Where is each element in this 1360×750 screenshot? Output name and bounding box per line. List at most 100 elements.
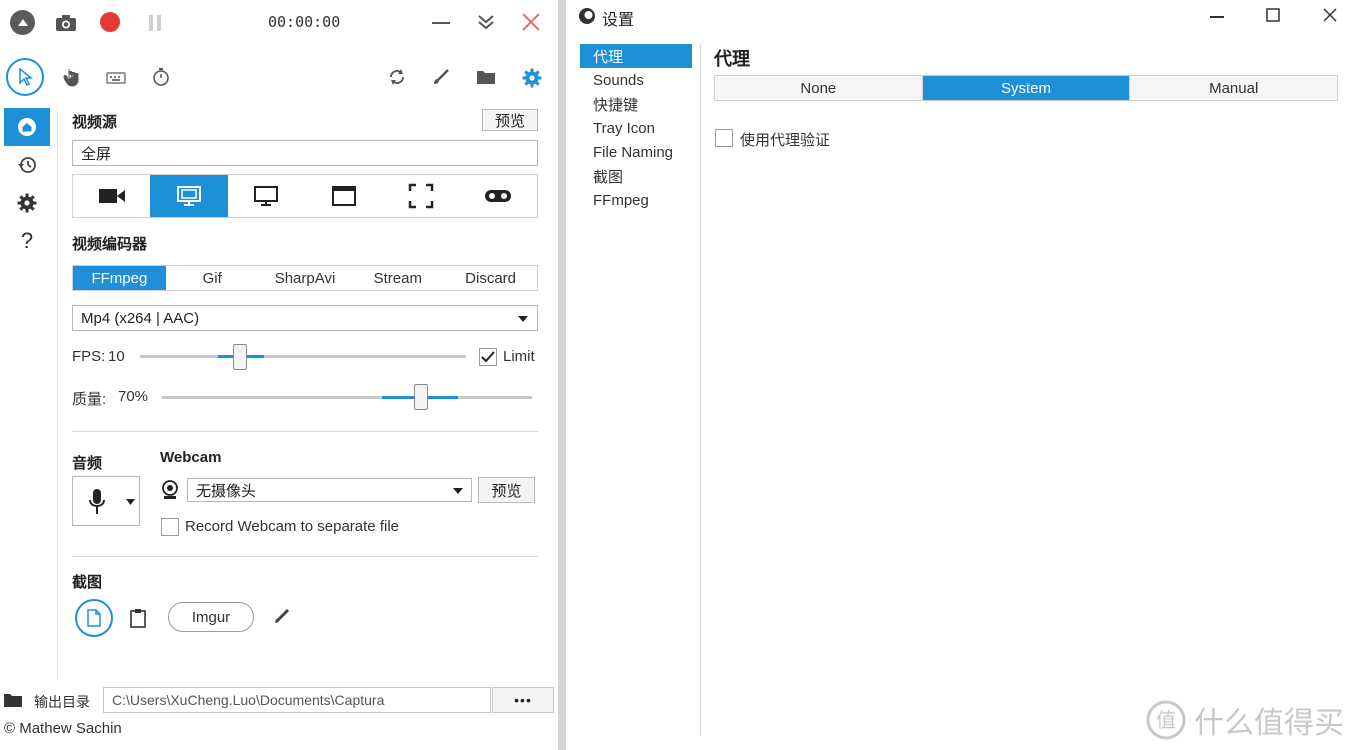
- main-sidebar: ?: [4, 108, 50, 260]
- menu-item-sounds[interactable]: Sounds: [580, 68, 692, 92]
- settings-divider: [700, 44, 701, 736]
- gamepad-icon: [485, 190, 512, 202]
- minimize-icon[interactable]: [1206, 8, 1228, 26]
- output-folder-bar: 输出目录 C:\Users\XuCheng.Luo\Documents\Capt…: [0, 686, 558, 716]
- quality-slider-track[interactable]: [162, 396, 532, 399]
- video-source-field[interactable]: 全屏: [72, 140, 538, 166]
- folder-icon[interactable]: [474, 66, 498, 88]
- imgur-label: Imgur: [191, 608, 231, 626]
- source-screen-option[interactable]: [150, 175, 228, 217]
- page-title: 代理: [714, 49, 750, 69]
- keyboard-icon[interactable]: [104, 68, 128, 88]
- camera-icon[interactable]: [53, 10, 79, 35]
- timer-icon[interactable]: [150, 66, 172, 88]
- save-to-file-button[interactable]: [75, 599, 113, 637]
- watermark-text: 什么值得买: [1194, 707, 1344, 740]
- record-icon[interactable]: [100, 12, 120, 32]
- history-nav-item[interactable]: [4, 146, 50, 184]
- format-dropdown[interactable]: Mp4 (x264 | AAC): [72, 305, 538, 331]
- quality-label: 质量:: [72, 391, 107, 408]
- encoder-tabs: FFmpeg Gif SharpAvi Stream Discard: [72, 265, 538, 291]
- window-gap: [558, 0, 566, 750]
- chevron-down-double-icon[interactable]: [475, 10, 497, 34]
- output-path-field[interactable]: C:\Users\XuCheng.Luo\Documents\Captura: [103, 687, 491, 713]
- check-icon: [481, 351, 495, 363]
- gear-icon[interactable]: [520, 66, 544, 90]
- window-icon: [331, 186, 356, 206]
- limit-label: Limit: [503, 348, 535, 365]
- refresh-icon[interactable]: [386, 66, 408, 88]
- captura-main-window: 00:00:00 ? 视频源 预览 全屏 视频编码器 FFmpeg Gif Sh…: [0, 0, 558, 750]
- quality-value: 70%: [118, 388, 149, 405]
- webcam-separate-label: Record Webcam to separate file: [185, 518, 399, 535]
- video-camera-icon: [98, 189, 125, 203]
- quality-slider-thumb[interactable]: [414, 384, 428, 410]
- menu-item-file-naming[interactable]: File Naming: [580, 140, 692, 164]
- webcam-dropdown[interactable]: 无摄像头: [187, 478, 472, 502]
- brush-icon[interactable]: [430, 66, 452, 88]
- home-nav-item[interactable]: [4, 108, 50, 146]
- encoder-tab-gif[interactable]: Gif: [166, 266, 259, 290]
- menu-item-hotkeys[interactable]: 快捷键: [580, 92, 692, 116]
- menu-item-screenshot[interactable]: 截图: [580, 164, 692, 188]
- video-source-label: 视频源: [72, 114, 118, 131]
- proxy-tab-none[interactable]: None: [715, 76, 923, 100]
- settings-menu: 代理 Sounds 快捷键 Tray Icon File Naming 截图 F…: [580, 44, 692, 212]
- section-divider: [72, 556, 538, 557]
- source-preview-button[interactable]: 预览: [482, 109, 538, 131]
- cursor-icon[interactable]: [6, 58, 44, 96]
- limit-checkbox[interactable]: [479, 348, 497, 366]
- menu-item-tray-icon[interactable]: Tray Icon: [580, 116, 692, 140]
- webcam-label: Webcam: [160, 449, 222, 466]
- source-monitor-option[interactable]: [228, 175, 305, 217]
- chevron-down-icon: [518, 316, 528, 322]
- webcam-separate-checkbox[interactable]: [161, 518, 179, 536]
- copyright-text: © Mathew Sachin: [4, 720, 122, 737]
- section-divider: [72, 431, 538, 432]
- menu-item-proxy[interactable]: 代理: [580, 44, 692, 68]
- proxy-tab-manual[interactable]: Manual: [1130, 76, 1338, 100]
- proxy-tab-system[interactable]: System: [922, 76, 1131, 100]
- webcam-icon: [162, 480, 178, 499]
- source-camera-option[interactable]: [73, 175, 150, 217]
- folder-icon: [4, 694, 22, 707]
- clipboard-button[interactable]: [129, 608, 149, 628]
- fps-slider-track[interactable]: [140, 355, 466, 358]
- video-encoder-label: 视频编码器: [72, 236, 148, 253]
- minimize-icon[interactable]: [430, 12, 452, 34]
- source-window-option[interactable]: [305, 175, 382, 217]
- menu-item-ffmpeg[interactable]: FFmpeg: [580, 188, 692, 212]
- webcam-preview-button[interactable]: 预览: [478, 477, 535, 503]
- encoder-tab-sharpavi[interactable]: SharpAvi: [259, 266, 352, 290]
- source-type-selector: [72, 174, 538, 218]
- home-icon: [18, 118, 36, 136]
- click-hand-icon[interactable]: [60, 66, 82, 88]
- browse-button[interactable]: •••: [492, 687, 554, 713]
- source-region-option[interactable]: [382, 175, 459, 217]
- encoder-tab-discard[interactable]: Discard: [444, 266, 537, 290]
- source-game-option[interactable]: [460, 175, 537, 217]
- maximize-icon[interactable]: [1263, 5, 1283, 25]
- collapse-icon[interactable]: [10, 10, 35, 35]
- proxy-auth-checkbox[interactable]: [715, 129, 733, 147]
- encoder-tab-ffmpeg[interactable]: FFmpeg: [73, 266, 166, 290]
- svg-text:值: 值: [1156, 708, 1176, 732]
- close-icon[interactable]: [1320, 5, 1340, 25]
- screenshot-label: 截图: [72, 574, 103, 591]
- watermark: 值 什么值得买: [1146, 698, 1344, 742]
- more-label: •••: [514, 692, 532, 708]
- settings-nav-item[interactable]: [4, 184, 50, 222]
- watermark-logo-icon: 值: [1146, 700, 1186, 740]
- pause-icon[interactable]: [146, 12, 164, 34]
- edit-button[interactable]: [273, 607, 293, 627]
- settings-window: 设置 代理 Sounds 快捷键 Tray Icon File Naming 截…: [566, 0, 1360, 750]
- fps-label: FPS:: [72, 348, 106, 365]
- fps-slider-thumb[interactable]: [233, 344, 247, 370]
- microphone-button[interactable]: [72, 476, 140, 526]
- imgur-button[interactable]: Imgur: [168, 602, 254, 632]
- close-icon[interactable]: [520, 11, 542, 33]
- screen-icon: [176, 186, 201, 206]
- help-nav-item[interactable]: ?: [4, 222, 50, 260]
- encoder-tab-stream[interactable]: Stream: [351, 266, 444, 290]
- region-icon: [408, 183, 434, 209]
